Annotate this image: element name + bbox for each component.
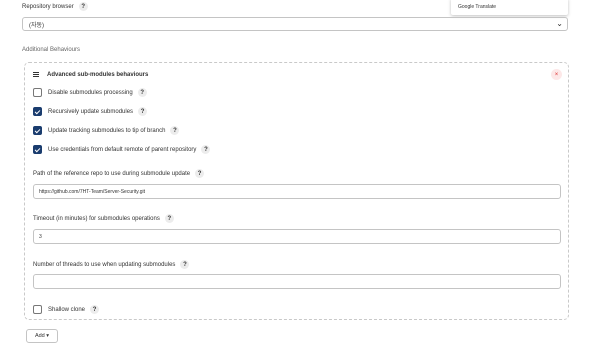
- checkbox-label: Recursively update submodules: [48, 108, 134, 115]
- repository-browser-selected-value: (자동): [29, 22, 45, 29]
- checkbox-box[interactable]: [33, 145, 42, 154]
- threads-input[interactable]: [33, 274, 561, 289]
- timeout-label: Timeout (in minutes) for submodules oper…: [33, 214, 174, 223]
- repository-browser-label-text: Repository browser: [22, 3, 74, 10]
- threads-label: Number of threads to use when updating s…: [33, 260, 190, 269]
- checkbox-update-tracking[interactable]: Update tracking submodules to tip of bra…: [33, 126, 180, 135]
- help-icon[interactable]: ?: [180, 260, 190, 269]
- help-icon[interactable]: ?: [78, 2, 88, 11]
- checkbox-shallow-clone[interactable]: Shallow clone ?: [33, 305, 100, 314]
- help-icon[interactable]: ?: [164, 214, 174, 223]
- repository-browser-select[interactable]: (자동) ⌄: [22, 17, 568, 31]
- reference-repo-value: https://github.com/7HT-Team/Server-Secur…: [39, 188, 146, 195]
- help-icon[interactable]: ?: [90, 305, 100, 314]
- threads-label-text: Number of threads to use when updating s…: [33, 261, 176, 268]
- help-icon[interactable]: ?: [138, 107, 148, 116]
- reference-repo-input[interactable]: https://github.com/7HT-Team/Server-Secur…: [33, 184, 561, 199]
- checkbox-box[interactable]: [33, 305, 42, 314]
- help-icon[interactable]: ?: [195, 169, 205, 178]
- checkbox-label: Shallow clone: [48, 306, 86, 313]
- google-translate-text: Google Translate: [458, 3, 497, 10]
- help-icon[interactable]: ?: [170, 126, 180, 135]
- reference-repo-label-text: Path of the reference repo to use during…: [33, 170, 191, 177]
- repository-browser-label: Repository browser ?: [22, 2, 88, 11]
- timeout-input[interactable]: 3: [33, 229, 561, 244]
- drag-handle-icon[interactable]: [33, 71, 39, 78]
- checkbox-label: Use credentials from default remote of p…: [48, 146, 197, 153]
- checkbox-disable-submodules[interactable]: Disable submodules processing ?: [33, 88, 147, 97]
- help-icon[interactable]: ?: [137, 88, 147, 97]
- checkbox-box[interactable]: [33, 107, 42, 116]
- add-button[interactable]: Add ▾: [26, 329, 58, 343]
- checkbox-label: Disable submodules processing: [48, 89, 133, 96]
- timeout-label-text: Timeout (in minutes) for submodules oper…: [33, 215, 160, 222]
- checkbox-box[interactable]: [33, 88, 42, 97]
- timeout-value: 3: [39, 233, 42, 240]
- checkbox-use-credentials[interactable]: Use credentials from default remote of p…: [33, 145, 211, 154]
- reference-repo-label: Path of the reference repo to use during…: [33, 169, 205, 178]
- card-header: Advanced sub-modules behaviours: [33, 71, 148, 78]
- card-title: Advanced sub-modules behaviours: [47, 71, 149, 78]
- checkbox-label: Update tracking submodules to tip of bra…: [48, 127, 166, 134]
- checkbox-recursively-update[interactable]: Recursively update submodules ?: [33, 107, 148, 116]
- additional-behaviours-label: Additional Behaviours: [22, 47, 81, 53]
- close-icon[interactable]: ×: [551, 69, 562, 80]
- google-translate-popup[interactable]: Google Translate: [451, 0, 568, 15]
- chevron-down-icon: ⌄: [556, 19, 563, 28]
- checkbox-box[interactable]: [33, 126, 42, 135]
- advanced-submodules-card: Advanced sub-modules behaviours × Disabl…: [24, 62, 569, 320]
- help-icon[interactable]: ?: [201, 145, 211, 154]
